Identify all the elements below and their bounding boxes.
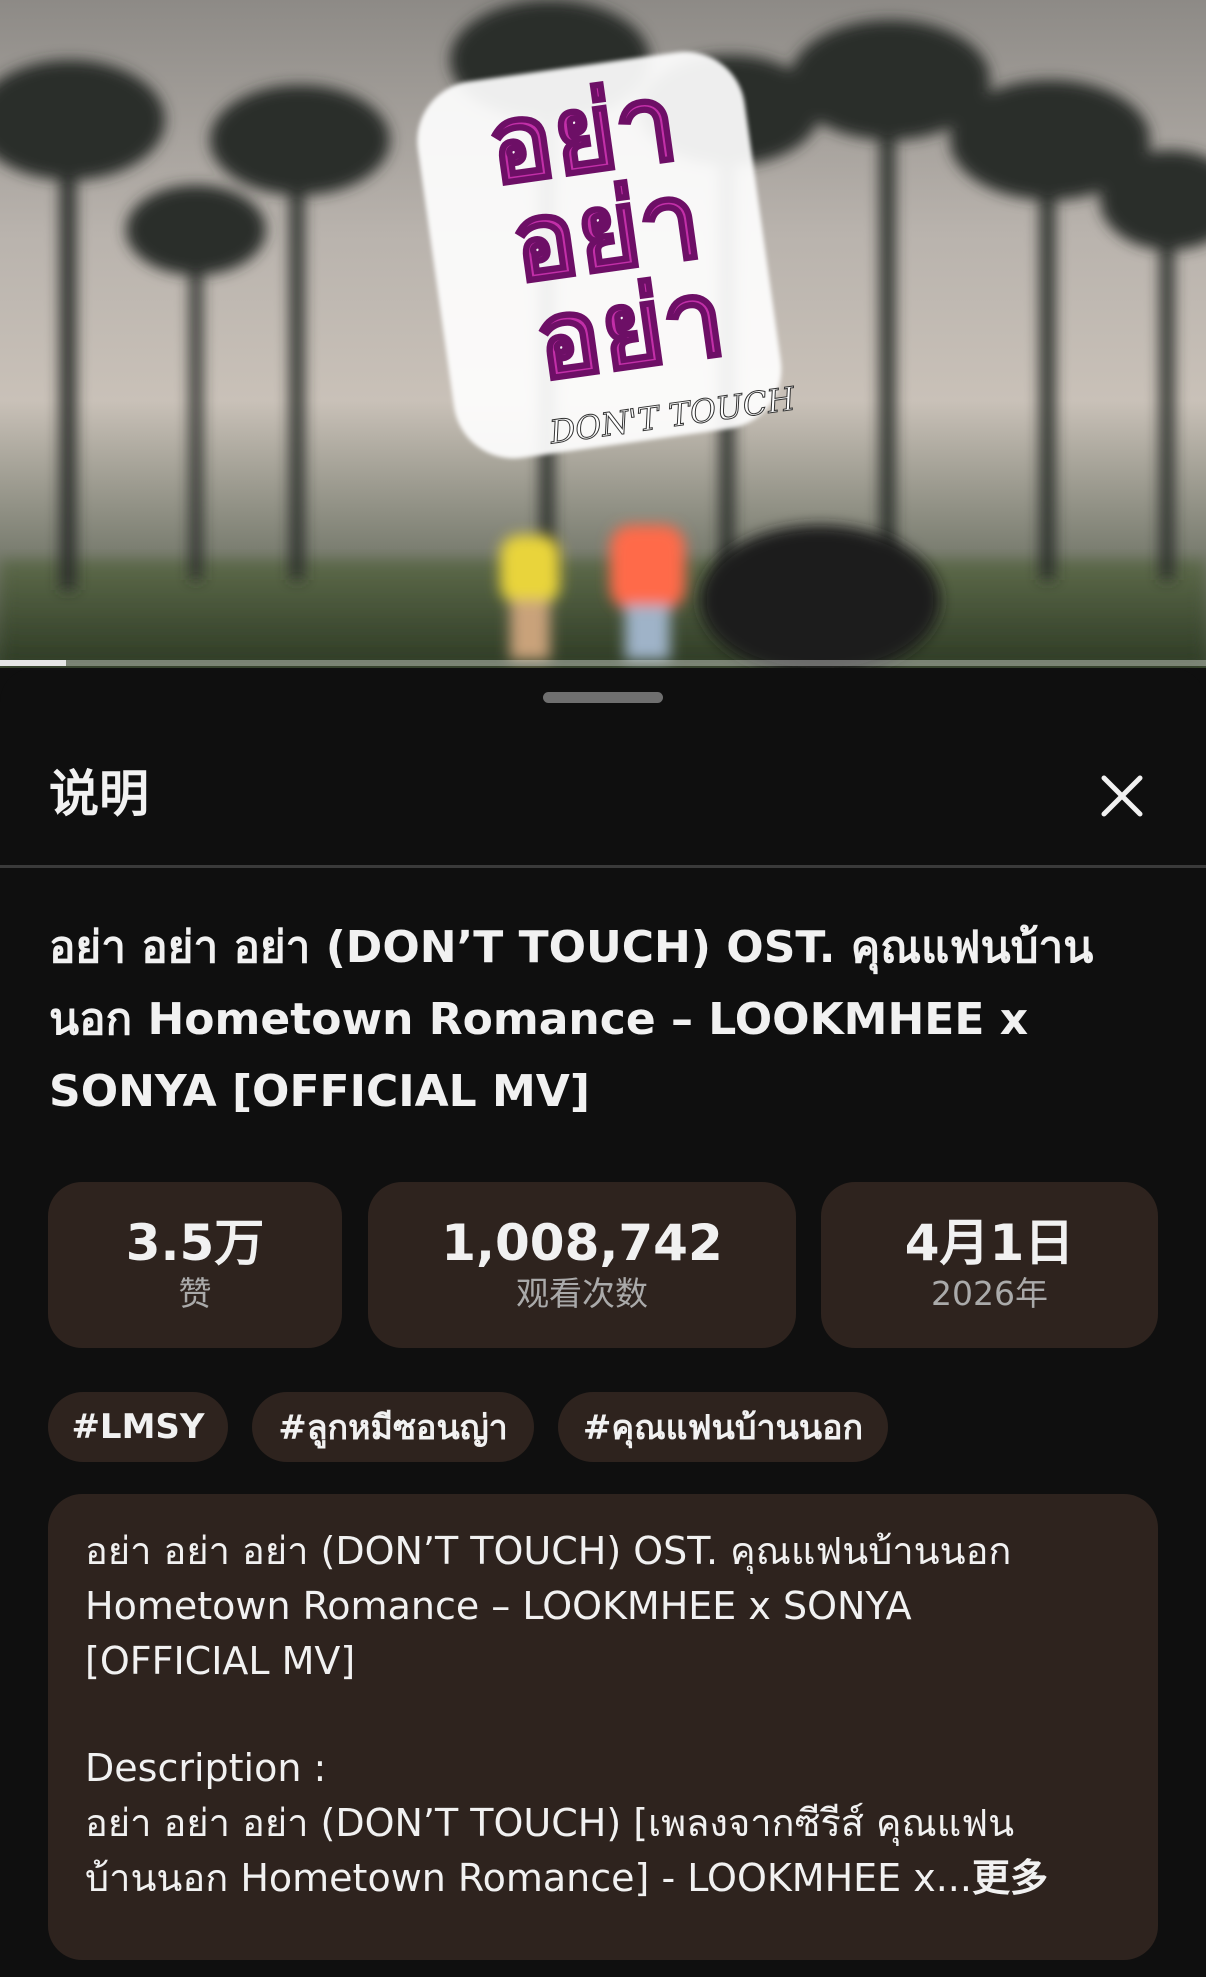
video-progress-fill — [0, 660, 67, 666]
description-line: บ้านนอก Hometown Romance] - LOOKMHEE x..… — [85, 1856, 972, 1900]
publish-year: 2026年 — [931, 1274, 1048, 1313]
likes-label: 赞 — [178, 1274, 212, 1313]
description-line: อย่า อย่า อย่า (DON’T TOUCH) OST. คุณแฟน… — [85, 1529, 1012, 1573]
date-stat: 4月1日 2026年 — [821, 1182, 1158, 1348]
description-last-line: บ้านนอก Hometown Romance] - LOOKMHEE x..… — [85, 1851, 1125, 1906]
description-card[interactable]: อย่า อย่า อย่า (DON’T TOUCH) OST. คุณแฟน… — [48, 1494, 1158, 1960]
close-button[interactable] — [1090, 764, 1154, 828]
description-line: Hometown Romance – LOOKMHEE x SONYA — [85, 1584, 912, 1628]
publish-date: 4月1日 — [904, 1214, 1075, 1272]
likes-stat: 3.5万 赞 — [48, 1182, 342, 1348]
video-frame-art: อย่า อย่า อย่า DON'T TOUCH — [0, 0, 1206, 668]
svg-text:อย่า: อย่า — [528, 255, 732, 405]
views-label: 观看次数 — [516, 1274, 648, 1313]
sheet-title: 说明 — [49, 765, 149, 823]
show-more-link[interactable]: 更多 — [972, 1856, 1048, 1900]
close-icon — [1101, 775, 1143, 817]
hashtag-lmsy[interactable]: #LMSY — [48, 1392, 228, 1462]
hashtag-lookmhee-sonya[interactable]: #ลูกหมีซอนญ่า — [252, 1392, 534, 1462]
description-line: Description : — [85, 1746, 327, 1790]
video-progress-bar[interactable] — [0, 660, 1206, 666]
sheet-drag-handle[interactable] — [543, 692, 663, 703]
hashtag-hometown-romance[interactable]: #คุณแฟนบ้านนอก — [558, 1392, 888, 1462]
description-page: อย่า อย่า อย่า DON'T TOUCH 说明 อย่า อย่า … — [0, 0, 1206, 1977]
views-stat: 1,008,742 观看次数 — [368, 1182, 796, 1348]
sheet-divider — [0, 865, 1206, 868]
description-line: อย่า อย่า อย่า (DON’T TOUCH) [เพลงจากซีร… — [85, 1801, 1015, 1845]
likes-count: 3.5万 — [125, 1214, 265, 1272]
video-player[interactable]: อย่า อย่า อย่า DON'T TOUCH — [0, 0, 1206, 668]
views-count: 1,008,742 — [441, 1214, 723, 1272]
description-text: อย่า อย่า อย่า (DON’T TOUCH) OST. คุณแฟน… — [85, 1524, 1125, 1906]
video-title: อย่า อย่า อย่า (DON’T TOUCH) OST. คุณแฟน… — [49, 922, 1094, 1117]
description-line: [OFFICIAL MV] — [85, 1639, 356, 1683]
logo-art: อย่า อย่า อย่า DON'T TOUCH — [417, 51, 799, 459]
